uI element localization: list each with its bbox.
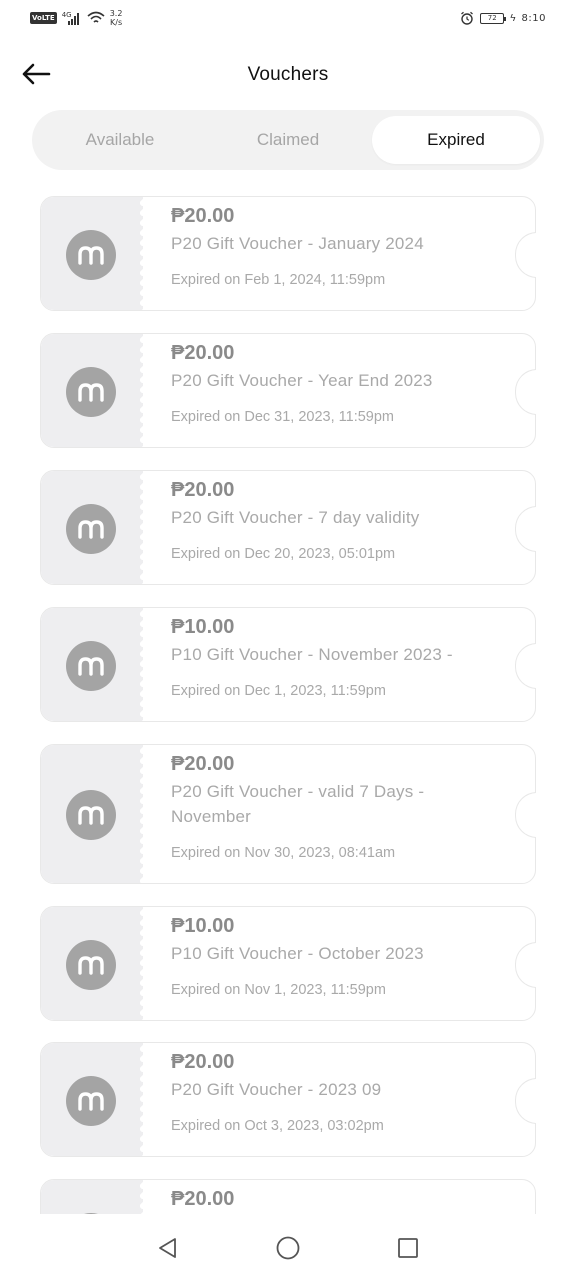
voucher-body: ₱10.00 P10 Gift Voucher - October 2023 E… (171, 907, 505, 1022)
voucher-notch (515, 369, 536, 415)
merchant-logo-icon (66, 230, 116, 280)
voucher-amount: ₱20.00 (171, 342, 235, 364)
network-speed: 3.2 K/s (110, 9, 123, 27)
header: Vouchers (0, 50, 576, 98)
page-title: Vouchers (247, 64, 329, 85)
voucher-card[interactable]: ₱10.00 P10 Gift Voucher - November 2023 … (40, 607, 536, 722)
system-nav-bar (0, 1214, 576, 1280)
voucher-amount: ₱20.00 (171, 205, 235, 227)
perforation (137, 1043, 145, 1156)
tab-claimed[interactable]: Claimed (204, 116, 372, 164)
voucher-amount: ₱20.00 (171, 1051, 235, 1073)
merchant-logo-icon (66, 1076, 116, 1126)
perforation (137, 608, 145, 721)
tab-expired[interactable]: Expired (372, 116, 540, 164)
perforation (137, 1180, 145, 1214)
voucher-card[interactable]: ₱20.00 P20 Gift Voucher - valid 7 Days -… (40, 744, 536, 884)
voucher-name: P20 Gift Voucher - valid 7 Days - Novemb… (171, 782, 425, 826)
m-logo-icon (78, 246, 104, 265)
merchant-logo-icon (66, 641, 116, 691)
voucher-expiry: Expired on Oct 3, 2023, 03:02pm (171, 1118, 384, 1134)
clock: 8:10 (521, 12, 546, 24)
speed-unit: K/s (110, 18, 123, 27)
voucher-body: ₱20.00 P20 Gift Voucher - Year End 2023 … (171, 334, 505, 449)
m-logo-icon (78, 806, 104, 825)
triangle-back-icon (159, 1238, 176, 1258)
battery-icon: 72 (480, 12, 507, 24)
voucher-notch (515, 1078, 536, 1124)
nav-home-button[interactable] (273, 1234, 303, 1262)
voucher-amount: ₱20.00 (171, 479, 235, 501)
merchant-logo-icon (66, 940, 116, 990)
voucher-card[interactable]: ₱20.00 P20 Gift Voucher - Year End 2023 … (40, 333, 536, 448)
charging-icon: ϟ (510, 12, 516, 24)
voucher-name: P20 Gift Voucher - 2023 09 (171, 1080, 382, 1099)
perforation (137, 334, 145, 447)
perforation (137, 907, 145, 1020)
status-right: 72 ϟ 8:10 (460, 11, 546, 25)
perforation (137, 471, 145, 584)
voucher-expiry: Expired on Dec 31, 2023, 11:59pm (171, 409, 395, 425)
voucher-expiry: Expired on Dec 1, 2023, 11:59pm (171, 683, 386, 699)
voucher-notch (515, 506, 536, 552)
tab-available[interactable]: Available (36, 116, 204, 164)
voucher-expiry: Expired on Nov 30, 2023, 08:41am (171, 845, 396, 861)
circle-home-icon (276, 1236, 300, 1260)
voucher-card[interactable]: ₱20.00 P20 Gift Voucher - 2023 09 Expire… (40, 1042, 536, 1157)
m-logo-icon (78, 520, 104, 539)
voucher-amount: ₱10.00 (171, 915, 235, 937)
voucher-tabs: Available Claimed Expired (32, 110, 544, 170)
voucher-name: P20 Gift Voucher - 7 day validity (171, 508, 420, 527)
voucher-name: P10 Gift Voucher - October 2023 (171, 944, 424, 963)
voucher-name: P20 Gift Voucher - January 2024 (171, 234, 424, 253)
voucher-notch (515, 232, 536, 278)
voucher-notch (515, 792, 536, 838)
voucher-card[interactable]: ₱20.00 (40, 1179, 536, 1214)
voucher-body: ₱20.00 P20 Gift Voucher - 7 day validity… (171, 471, 505, 586)
voucher-notch (515, 643, 536, 689)
voucher-body: ₱10.00 P10 Gift Voucher - November 2023 … (171, 608, 505, 723)
voucher-expiry: Expired on Dec 20, 2023, 05:01pm (171, 546, 396, 562)
voucher-body: ₱20.00 P20 Gift Voucher - January 2024 E… (171, 197, 505, 312)
merchant-logo-icon (66, 790, 116, 840)
nav-back-button[interactable] (152, 1234, 182, 1262)
merchant-logo-icon (66, 504, 116, 554)
merchant-logo-icon (66, 367, 116, 417)
voucher-name: P10 Gift Voucher - November 2023 - (171, 645, 453, 664)
wifi-icon (87, 11, 105, 23)
voucher-card[interactable]: ₱20.00 P20 Gift Voucher - 7 day validity… (40, 470, 536, 585)
voucher-amount: ₱20.00 (171, 753, 235, 775)
voucher-card[interactable]: ₱20.00 P20 Gift Voucher - January 2024 E… (40, 196, 536, 311)
voucher-expiry: Expired on Feb 1, 2024, 11:59pm (171, 272, 386, 288)
voucher-amount: ₱10.00 (171, 616, 235, 638)
nav-recents-button[interactable] (393, 1234, 423, 1262)
voucher-amount: ₱20.00 (171, 1188, 235, 1210)
voucher-name: P20 Gift Voucher - Year End 2023 (171, 371, 433, 390)
m-logo-icon (78, 1092, 104, 1111)
m-logo-icon (78, 383, 104, 402)
voucher-list[interactable]: ₱20.00 P20 Gift Voucher - January 2024 E… (40, 194, 536, 1214)
voucher-stub (41, 1180, 143, 1214)
voucher-body: ₱20.00 (171, 1180, 505, 1214)
voucher-body: ₱20.00 P20 Gift Voucher - 2023 09 Expire… (171, 1043, 505, 1158)
m-logo-icon (78, 657, 104, 676)
square-recents-icon (398, 1238, 418, 1258)
voucher-body: ₱20.00 P20 Gift Voucher - valid 7 Days -… (171, 745, 505, 885)
voucher-card[interactable]: ₱10.00 P10 Gift Voucher - October 2023 E… (40, 906, 536, 1021)
status-bar: VoLTE 4G 3.2 K/s 72 ϟ 8:10 (0, 0, 576, 36)
voucher-notch (515, 942, 536, 988)
cellular-signal-icon: 4G (62, 11, 82, 25)
volte-badge: VoLTE (30, 12, 57, 24)
perforation (137, 197, 145, 310)
status-left: VoLTE 4G 3.2 K/s (30, 9, 122, 27)
perforation (137, 745, 145, 883)
voucher-expiry: Expired on Nov 1, 2023, 11:59pm (171, 982, 386, 998)
speed-value: 3.2 (109, 9, 123, 18)
alarm-icon (461, 11, 474, 25)
m-logo-icon (78, 956, 104, 975)
